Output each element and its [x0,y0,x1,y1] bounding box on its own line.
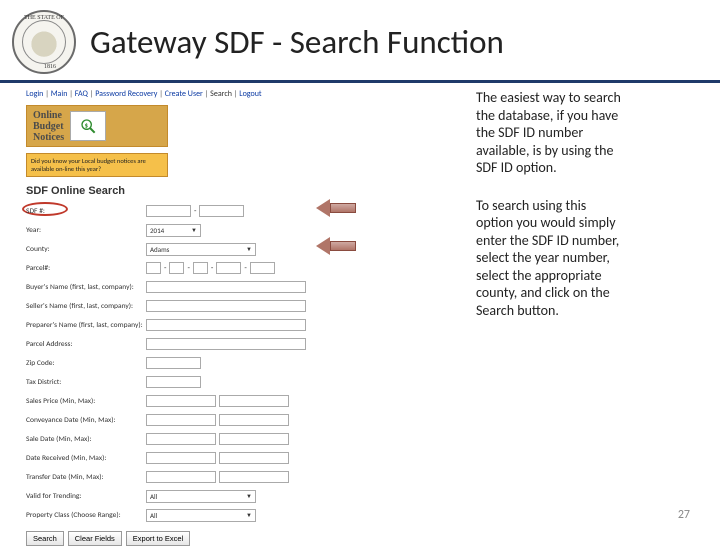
label-paddr: Parcel Address: [26,340,146,349]
dollar-magnify-icon: $ [70,111,106,141]
sprice-min[interactable] [146,395,216,407]
sdf-part2-input[interactable] [199,205,244,217]
sprice-max[interactable] [219,395,289,407]
sdf-part1-input[interactable] [146,205,191,217]
tdate-min[interactable] [146,471,216,483]
propclass-select[interactable]: All▼ [146,509,256,522]
slide-body: Login | Main | FAQ | Password Recovery |… [0,83,720,546]
label-sdfid: SDF #: [26,207,146,216]
export-excel-button[interactable]: Export to Excel [126,531,190,546]
label-buyer: Buyer's Name (first, last, company): [26,283,146,292]
banner-text: OnlineBudgetNotices [27,110,64,143]
label-taxdist: Tax District: [26,378,146,387]
taxdist-input[interactable] [146,376,201,388]
page-title: Gateway SDF - Search Function [90,22,504,62]
button-bar: Search Clear Fields Export to Excel [26,531,446,546]
nav-search: Search [210,89,232,99]
parcel-2[interactable] [169,262,184,274]
nav-create[interactable]: Create User [165,89,203,99]
paragraph-1: The easiest way to search the database, … [476,89,626,177]
convdate-min[interactable] [146,414,216,426]
trending-select[interactable]: All▼ [146,490,256,503]
nav-faq[interactable]: FAQ [75,89,88,99]
parcel-5[interactable] [250,262,275,274]
tdate-max[interactable] [219,471,289,483]
annotation-arrow-county [316,237,356,255]
search-form: SDF #: - Year:2014▼ County:Adams▼ Parcel… [26,203,446,546]
paddr-input[interactable] [146,338,306,350]
year-select[interactable]: 2014▼ [146,224,201,237]
screenshot-pane: Login | Main | FAQ | Password Recovery |… [26,89,446,546]
label-seller: Seller's Name (first, last, company): [26,302,146,311]
buyer-input[interactable] [146,281,306,293]
label-year: Year: [26,226,146,235]
breadcrumb-nav: Login | Main | FAQ | Password Recovery |… [26,89,446,99]
seller-input[interactable] [146,300,306,312]
nav-login[interactable]: Login [26,89,43,99]
parcel-4[interactable] [216,262,241,274]
label-convdate: Conveyance Date (Min, Max): [26,416,146,425]
search-form-title: SDF Online Search [26,185,446,197]
search-button[interactable]: Search [26,531,64,546]
state-seal: THE STATE OF [12,10,76,74]
svg-text:$: $ [85,121,89,129]
label-preparer: Preparer's Name (first, last, company): [26,321,146,330]
parcel-3[interactable] [193,262,208,274]
sdate-max[interactable] [219,433,289,445]
label-zip: Zip Code: [26,359,146,368]
preparer-input[interactable] [146,319,306,331]
clear-fields-button[interactable]: Clear Fields [68,531,122,546]
label-county: County: [26,245,146,254]
nav-pw[interactable]: Password Recovery [95,89,157,99]
slide-header: THE STATE OF Gateway SDF - Search Functi… [0,0,720,83]
nav-logout[interactable]: Logout [239,89,261,99]
label-parcel: Parcel#: [26,264,146,273]
nav-main[interactable]: Main [51,89,68,99]
convdate-max[interactable] [219,414,289,426]
county-select[interactable]: Adams▼ [146,243,256,256]
paragraph-2: To search using this option you would si… [476,197,626,320]
label-sprice: Sales Price (Min, Max): [26,397,146,406]
label-trend: Valid for Trending: [26,492,146,501]
explanation-pane: The easiest way to search the database, … [476,89,626,546]
parcel-1[interactable] [146,262,161,274]
annotation-arrow-sdfid [316,199,356,217]
label-pclass: Property Class (Choose Range): [26,511,146,520]
label-drecv: Date Received (Min, Max): [26,454,146,463]
label-tdate: Transfer Date (Min, Max): [26,473,146,482]
zip-input[interactable] [146,357,201,369]
drecv-max[interactable] [219,452,289,464]
drecv-min[interactable] [146,452,216,464]
notice-bar: Did you know your Local budget notices a… [26,153,168,177]
seal-top-text: THE STATE OF [14,15,74,21]
sdate-min[interactable] [146,433,216,445]
budget-notices-banner: OnlineBudgetNotices $ [26,105,168,147]
page-number: 27 [678,508,690,522]
label-sdate: Sale Date (Min, Max): [26,435,146,444]
